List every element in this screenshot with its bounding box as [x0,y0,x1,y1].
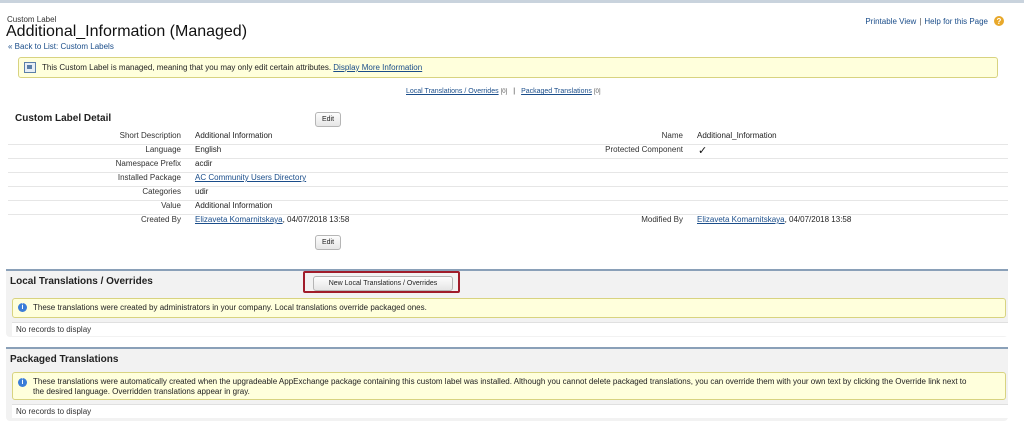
package-icon [24,62,36,73]
local-translations-info-text: These translations were created by admin… [33,303,427,312]
modified-by-date: , 04/07/2018 13:58 [784,215,852,224]
detail-row-value: Value Additional Information [8,201,1008,215]
detail-row-created-by: Created By Elizaveta Komarnitskaya, 04/0… [8,215,1008,228]
detail-row-short-description: Short Description Additional Information… [8,131,1008,145]
info-icon: i [18,303,27,312]
value-label: Value [161,201,181,210]
custom-label-detail: Custom Label Detail Edit Short Descripti… [8,107,1008,257]
protected-component-label: Protected Component [605,145,683,154]
new-translation-highlight-box [303,271,460,293]
packaged-translations-info-text: These translations were automatically cr… [33,377,998,397]
installed-package-label: Installed Package [117,173,181,182]
edit-button-top[interactable]: Edit [315,112,341,127]
local-translations-link[interactable]: Local Translations / Overrides [406,88,499,95]
detail-row-namespace: Namespace Prefix acdir [8,159,1008,173]
packaged-info-line-2: the desired language. Overridden transla… [33,387,250,396]
top-frame-border [0,0,1024,3]
top-right-links: Printable View | Help for this Page ? [865,16,1004,26]
packaged-translations-link[interactable]: Packaged Translations [521,88,592,95]
local-translations-info: i These translations were created by adm… [12,298,1006,318]
packaged-translations-title: Packaged Translations [10,354,119,365]
language-value: English [195,145,222,154]
detail-title: Custom Label Detail [15,113,112,124]
short-description-label: Short Description [119,131,181,140]
created-by-user-link[interactable]: Elizaveta Komarnitskaya [195,215,283,224]
name-label: Name [661,131,683,140]
name-value: Additional_Information [697,131,777,140]
installed-package-link[interactable]: AC Community Users Directory [195,173,306,182]
packaged-translations-empty: No records to display [12,404,1008,418]
managed-notice: This Custom Label is managed, meaning th… [18,57,998,78]
edit-button-bottom[interactable]: Edit [315,235,341,250]
namespace-prefix-label: Namespace Prefix [115,159,181,168]
protected-checkmark-icon: ✓ [698,145,708,157]
display-more-info-link[interactable]: Display More Information [333,63,422,72]
link-separator: | [919,16,922,26]
detail-row-language: Language English Protected Component ✓ [8,145,1008,159]
related-links-separator: | [513,88,516,95]
related-list-links: Local Translations / Overrides [0] | Pac… [406,88,601,95]
created-by-date: , 04/07/2018 13:58 [282,215,350,224]
packaged-translations-info: i These translations were automatically … [12,372,1006,400]
back-to-list-link[interactable]: « Back to List: Custom Labels [8,42,114,51]
local-translations-empty: No records to display [12,322,1008,336]
detail-row-categories: Categories udir [8,187,1008,201]
language-label: Language [145,145,181,154]
local-translations-title: Local Translations / Overrides [10,276,153,287]
local-translations-section: Local Translations / Overrides New Local… [6,269,1008,337]
modified-by-label: Modified By [641,215,683,224]
packaged-translations-count: [0] [593,89,601,95]
page-title: Additional_Information (Managed) [6,23,248,40]
local-translations-count: [0] [500,89,508,95]
modified-by-user-link[interactable]: Elizaveta Komarnitskaya [697,215,785,224]
managed-notice-text: This Custom Label is managed, meaning th… [42,63,332,72]
packaged-translations-section: Packaged Translations i These translatio… [6,347,1008,421]
printable-view-link[interactable]: Printable View [865,17,916,26]
created-by-label: Created By [140,215,181,224]
namespace-prefix-value: acdir [195,159,213,168]
packaged-info-line-1: These translations were automatically cr… [33,377,967,386]
categories-label: Categories [142,187,181,196]
detail-row-installed-package: Installed Package AC Community Users Dir… [8,173,1008,187]
short-description-value: Additional Information [195,131,273,140]
value-value: Additional Information [195,201,273,210]
help-icon[interactable]: ? [994,16,1004,26]
info-icon: i [18,378,27,387]
categories-value: udir [195,187,209,196]
help-link[interactable]: Help for this Page [924,17,988,26]
